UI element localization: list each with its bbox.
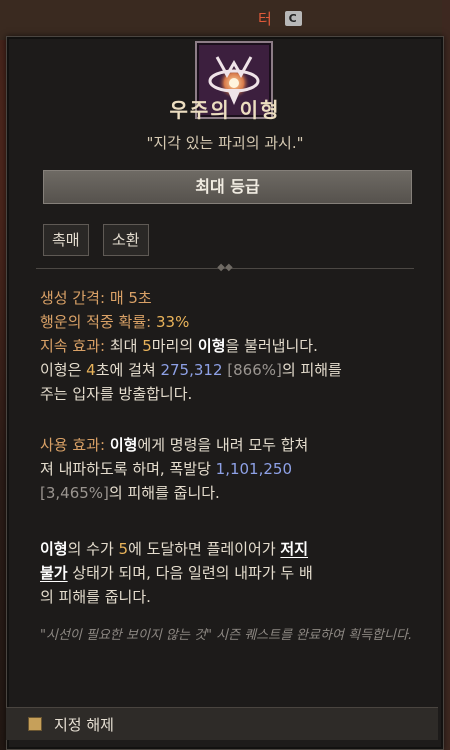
explosion-damage-value: 1,101,250 (215, 460, 292, 478)
spawn-interval-value: 매 5초 (109, 289, 152, 307)
flavor-text: "지각 있는 파괴의 과시." (146, 134, 304, 152)
text-span: 최대 (109, 337, 143, 355)
season-quest-note: "시선이 필요한 보이지 않는 것" 시즌 퀘스트를 완료하여 획득합니다. (40, 628, 413, 643)
summon-count: 5 (142, 337, 152, 355)
keyword-aberration: 이형 (197, 337, 226, 355)
text-span: 의 피해를 줍니다. (108, 484, 220, 502)
luck-chance-value: 33% (155, 313, 190, 331)
passive-label: 지속 효과: (40, 337, 106, 355)
duration-seconds: 4 (86, 361, 96, 379)
active-label: 사용 효과: (40, 436, 106, 454)
text-span: 마리의 (151, 337, 198, 355)
top-key-hint: 터 C (258, 8, 302, 29)
luck-chance-line: 행운의 적중 확률: 33% (40, 310, 420, 334)
unassign-icon (28, 717, 42, 731)
keyword-aberration: 이형 (40, 540, 68, 558)
passive-effect-text: 지속 효과: 최대 5마리의 이형을 불러냅니다. 이형은 4초에 걸쳐 275,… (40, 334, 420, 406)
stats-and-passive: 생성 간격: 매 5초 행운의 적중 확률: 33% 지속 효과: 최대 5마리… (40, 286, 420, 406)
text-span: 주는 입자를 방출합니다. (40, 385, 193, 403)
text-span: 초에 걸쳐 (95, 361, 161, 379)
text-span: 을 불러냅니다. (225, 337, 318, 355)
text-span: 의 피해를 줍니다. (40, 588, 151, 606)
rank-bar: 최대 등급 (43, 170, 412, 204)
keyword-unstoppable-part1[interactable]: 저지 (280, 540, 308, 558)
spawn-interval-line: 생성 간격: 매 5초 (40, 286, 420, 310)
text-span: 이형은 (40, 361, 87, 379)
damage-percent: [866%] (227, 361, 282, 379)
top-partial-label: 터 (258, 10, 273, 28)
text-span: 에게 명령을 내려 모두 합쳐 (137, 436, 309, 454)
explosion-damage-percent: [3,465%] (40, 484, 109, 502)
active-effect-text: 사용 효과: 이형에게 명령을 내려 모두 합쳐 져 내파하도록 하며, 폭발당 … (40, 433, 420, 505)
top-strip (0, 0, 450, 40)
spawn-interval-label: 생성 간격: (40, 289, 106, 307)
bonus-effect-text: 이형의 수가 5에 도달하면 플레이어가 저지불가 상태가 되며, 다음 일련의… (40, 537, 420, 609)
text-span: 져 내파하도록 하며, 폭발당 (40, 460, 216, 478)
tag-catalyst: 촉매 (43, 224, 89, 256)
unassign-label: 지정 해제 (54, 716, 114, 734)
damage-value: 275,312 (160, 361, 223, 379)
text-span: 의 수가 (67, 540, 119, 558)
keyboard-shortcut-badge: C (284, 11, 302, 26)
keyword-aberration: 이형 (109, 436, 138, 454)
tag-summon: 소환 (103, 224, 149, 256)
text-span: 에 도달하면 플레이어가 (128, 540, 281, 558)
skill-title: 우주의 이형 (169, 98, 281, 122)
text-span: 의 피해를 (281, 361, 342, 379)
divider-ornament: ◆◆ (217, 262, 233, 273)
text-span: 상태가 되며, 다음 일련의 내파가 두 배 (67, 564, 313, 582)
keyword-unstoppable-part2[interactable]: 불가 (40, 564, 68, 582)
unassign-button[interactable]: 지정 해제 (6, 707, 438, 740)
threshold-count: 5 (118, 540, 129, 558)
luck-chance-label: 행운의 적중 확률: (40, 313, 152, 331)
